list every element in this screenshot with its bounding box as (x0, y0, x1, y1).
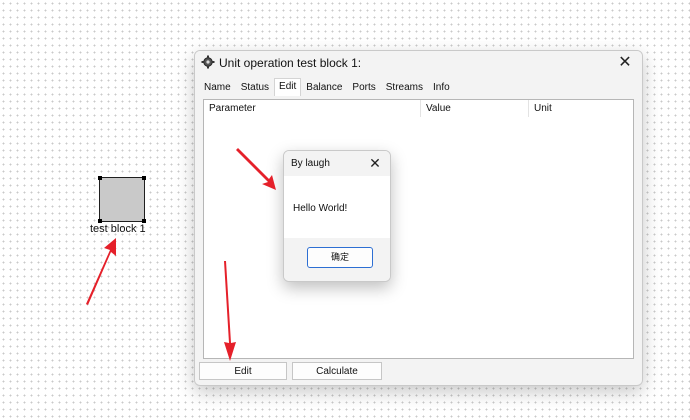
column-header-unit[interactable]: Unit (528, 100, 633, 117)
unit-operation-window: Unit operation test block 1: ✕ Name Stat… (194, 50, 643, 386)
tab-name[interactable]: Name (199, 79, 236, 96)
message-dialog: By laugh ✕ Hello World! 确定 (283, 150, 391, 282)
table-header: Parameter Value Unit (204, 100, 633, 117)
resize-handle-top-left[interactable] (98, 176, 102, 180)
window-titlebar[interactable]: Unit operation test block 1: ✕ (195, 51, 642, 75)
close-icon[interactable]: ✕ (366, 153, 384, 173)
tab-edit[interactable]: Edit (274, 78, 302, 96)
tab-status[interactable]: Status (235, 79, 275, 96)
tab-ports[interactable]: Ports (347, 79, 381, 96)
gear-icon (201, 55, 215, 69)
dialog-titlebar[interactable]: By laugh ✕ (284, 151, 390, 176)
unit-block[interactable] (98, 176, 146, 223)
column-header-value[interactable]: Value (420, 100, 528, 117)
annotation-arrow-icon (86, 238, 116, 305)
resize-handle-top-right[interactable] (142, 176, 146, 180)
window-title: Unit operation test block 1: (219, 56, 362, 70)
ok-button[interactable]: 确定 (307, 247, 373, 268)
block-label: test block 1 (90, 223, 146, 235)
calculate-button[interactable]: Calculate (292, 362, 382, 380)
dialog-footer: 确定 (284, 238, 390, 281)
tab-bar: Name Status Edit Balance Ports Streams I… (199, 78, 455, 96)
dialog-message: Hello World! (293, 203, 348, 214)
close-icon[interactable]: ✕ (614, 52, 636, 74)
parameter-table[interactable]: Parameter Value Unit (203, 99, 634, 359)
dialog-title: By laugh (291, 158, 330, 169)
tab-info[interactable]: Info (428, 79, 455, 96)
tab-balance[interactable]: Balance (301, 79, 348, 96)
column-header-parameter[interactable]: Parameter (204, 100, 420, 117)
edit-button[interactable]: Edit (199, 362, 287, 380)
tab-streams[interactable]: Streams (380, 79, 428, 96)
